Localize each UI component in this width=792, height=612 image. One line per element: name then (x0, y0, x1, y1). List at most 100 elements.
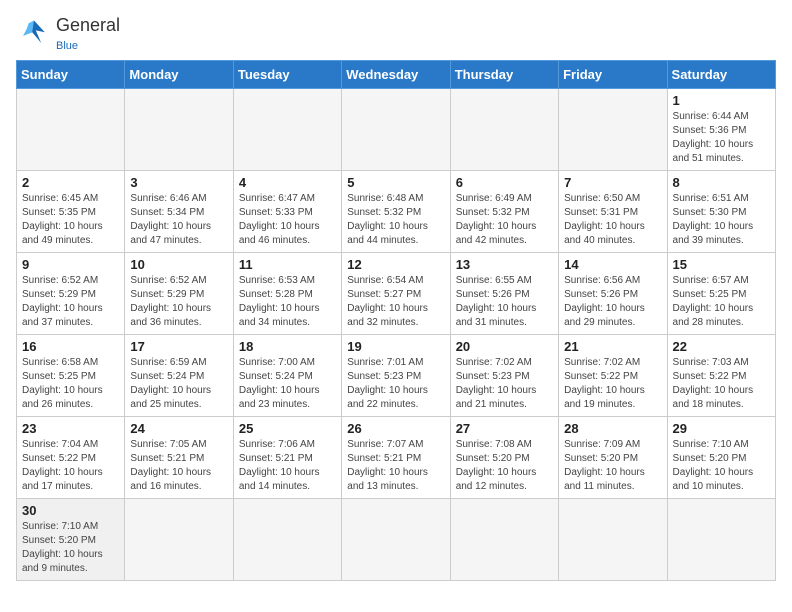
day-number: 11 (239, 257, 336, 272)
calendar-cell (125, 499, 233, 581)
day-number: 30 (22, 503, 119, 518)
day-number: 14 (564, 257, 661, 272)
calendar-cell: 1 Sunrise: 6:44 AM Sunset: 5:36 PM Daylig… (667, 89, 775, 171)
day-number: 22 (673, 339, 770, 354)
calendar-cell (125, 89, 233, 171)
weekday-header-saturday: Saturday (667, 61, 775, 89)
logo-text: General Blue (56, 16, 120, 52)
calendar-cell: 7 Sunrise: 6:50 AM Sunset: 5:31 PM Daylig… (559, 171, 667, 253)
day-info: Sunrise: 7:08 AM Sunset: 5:20 PM Dayligh… (456, 438, 553, 494)
day-info: Sunrise: 6:45 AM Sunset: 5:35 PM Dayligh… (22, 192, 119, 248)
day-info: Sunrise: 7:00 AM Sunset: 5:24 PM Dayligh… (239, 356, 336, 412)
day-number: 27 (456, 421, 553, 436)
calendar-cell: 28Sunrise: 7:09 AM Sunset: 5:20 PM Dayli… (559, 417, 667, 499)
day-number: 10 (130, 257, 227, 272)
day-info: Sunrise: 7:04 AM Sunset: 5:22 PM Dayligh… (22, 438, 119, 494)
calendar-cell: 6Sunrise: 6:49 AM Sunset: 5:32 PM Daylig… (450, 171, 558, 253)
calendar-cell: 12 Sunrise: 6:54 AM Sunset: 5:27 PM Dayli… (342, 253, 450, 335)
day-number: 4 (239, 175, 336, 190)
calendar-cell: 3 Sunrise: 6:46 AM Sunset: 5:34 PM Daylig… (125, 171, 233, 253)
calendar-cell (450, 89, 558, 171)
day-number: 18 (239, 339, 336, 354)
calendar-cell: 21Sunrise: 7:02 AM Sunset: 5:22 PM Dayli… (559, 335, 667, 417)
weekday-header-sunday: Sunday (17, 61, 125, 89)
calendar-week-row: 23 Sunrise: 7:04 AM Sunset: 5:22 PM Dayli… (17, 417, 776, 499)
calendar-week-row: 16Sunrise: 6:58 AM Sunset: 5:25 PM Dayli… (17, 335, 776, 417)
calendar-cell: 14 Sunrise: 6:56 AM Sunset: 5:26 PM Dayli… (559, 253, 667, 335)
day-info: Sunrise: 6:55 AM Sunset: 5:26 PM Dayligh… (456, 274, 553, 330)
calendar-cell: 10 Sunrise: 6:52 AM Sunset: 5:29 PM Dayli… (125, 253, 233, 335)
calendar-cell: 23 Sunrise: 7:04 AM Sunset: 5:22 PM Dayli… (17, 417, 125, 499)
day-number: 9 (22, 257, 119, 272)
calendar-week-row: 9 Sunrise: 6:52 AM Sunset: 5:29 PM Daylig… (17, 253, 776, 335)
calendar-cell (450, 499, 558, 581)
calendar-cell (559, 89, 667, 171)
day-number: 20 (456, 339, 553, 354)
day-info: Sunrise: 7:10 AM Sunset: 5:20 PM Dayligh… (673, 438, 770, 494)
calendar-week-row: 1 Sunrise: 6:44 AM Sunset: 5:36 PM Daylig… (17, 89, 776, 171)
weekday-header-monday: Monday (125, 61, 233, 89)
calendar-cell: 2 Sunrise: 6:45 AM Sunset: 5:35 PM Daylig… (17, 171, 125, 253)
calendar-cell (559, 499, 667, 581)
day-info: Sunrise: 6:46 AM Sunset: 5:34 PM Dayligh… (130, 192, 227, 248)
day-info: Sunrise: 6:51 AM Sunset: 5:30 PM Dayligh… (673, 192, 770, 248)
page-header: General Blue (16, 16, 776, 52)
calendar-cell: 26Sunrise: 7:07 AM Sunset: 5:21 PM Dayli… (342, 417, 450, 499)
day-info: Sunrise: 6:44 AM Sunset: 5:36 PM Dayligh… (673, 110, 770, 166)
day-info: Sunrise: 6:59 AM Sunset: 5:24 PM Dayligh… (130, 356, 227, 412)
calendar-cell (233, 499, 341, 581)
day-number: 25 (239, 421, 336, 436)
day-number: 29 (673, 421, 770, 436)
calendar-cell: 13 Sunrise: 6:55 AM Sunset: 5:26 PM Dayli… (450, 253, 558, 335)
day-info: Sunrise: 6:57 AM Sunset: 5:25 PM Dayligh… (673, 274, 770, 330)
day-number: 12 (347, 257, 444, 272)
day-info: Sunrise: 7:09 AM Sunset: 5:20 PM Dayligh… (564, 438, 661, 494)
day-number: 3 (130, 175, 227, 190)
calendar-cell: 19 Sunrise: 7:01 AM Sunset: 5:23 PM Dayli… (342, 335, 450, 417)
day-number: 5 (347, 175, 444, 190)
day-number: 7 (564, 175, 661, 190)
calendar-cell: 22 Sunrise: 7:03 AM Sunset: 5:22 PM Dayli… (667, 335, 775, 417)
day-number: 26 (347, 421, 444, 436)
day-number: 19 (347, 339, 444, 354)
day-number: 8 (673, 175, 770, 190)
day-info: Sunrise: 6:49 AM Sunset: 5:32 PM Dayligh… (456, 192, 553, 248)
day-info: Sunrise: 7:01 AM Sunset: 5:23 PM Dayligh… (347, 356, 444, 412)
logo: General Blue (16, 16, 120, 52)
calendar-week-row: 30 Sunrise: 7:10 AM Sunset: 5:20 PM Dayli… (17, 499, 776, 581)
calendar-cell: 15Sunrise: 6:57 AM Sunset: 5:25 PM Dayli… (667, 253, 775, 335)
day-info: Sunrise: 6:53 AM Sunset: 5:28 PM Dayligh… (239, 274, 336, 330)
day-number: 1 (673, 93, 770, 108)
calendar-cell: 20 Sunrise: 7:02 AM Sunset: 5:23 PM Dayli… (450, 335, 558, 417)
day-info: Sunrise: 7:02 AM Sunset: 5:22 PM Dayligh… (564, 356, 661, 412)
calendar-cell (233, 89, 341, 171)
calendar-cell: 27 Sunrise: 7:08 AM Sunset: 5:20 PM Dayli… (450, 417, 558, 499)
calendar-cell (17, 89, 125, 171)
day-info: Sunrise: 7:10 AM Sunset: 5:20 PM Dayligh… (22, 520, 119, 576)
calendar-cell: 25Sunrise: 7:06 AM Sunset: 5:21 PM Dayli… (233, 417, 341, 499)
day-info: Sunrise: 7:03 AM Sunset: 5:22 PM Dayligh… (673, 356, 770, 412)
day-number: 13 (456, 257, 553, 272)
day-info: Sunrise: 6:50 AM Sunset: 5:31 PM Dayligh… (564, 192, 661, 248)
calendar-cell: 9 Sunrise: 6:52 AM Sunset: 5:29 PM Daylig… (17, 253, 125, 335)
day-info: Sunrise: 6:47 AM Sunset: 5:33 PM Dayligh… (239, 192, 336, 248)
weekday-header-wednesday: Wednesday (342, 61, 450, 89)
calendar-cell: 30 Sunrise: 7:10 AM Sunset: 5:20 PM Dayli… (17, 499, 125, 581)
day-info: Sunrise: 6:54 AM Sunset: 5:27 PM Dayligh… (347, 274, 444, 330)
day-number: 23 (22, 421, 119, 436)
calendar-cell: 24Sunrise: 7:05 AM Sunset: 5:21 PM Dayli… (125, 417, 233, 499)
day-info: Sunrise: 7:02 AM Sunset: 5:23 PM Dayligh… (456, 356, 553, 412)
day-number: 24 (130, 421, 227, 436)
day-info: Sunrise: 6:56 AM Sunset: 5:26 PM Dayligh… (564, 274, 661, 330)
day-number: 2 (22, 175, 119, 190)
day-number: 16 (22, 339, 119, 354)
calendar-cell: 17Sunrise: 6:59 AM Sunset: 5:24 PM Dayli… (125, 335, 233, 417)
calendar-cell: 29 Sunrise: 7:10 AM Sunset: 5:20 PM Dayli… (667, 417, 775, 499)
logo-icon (16, 16, 52, 52)
day-info: Sunrise: 6:52 AM Sunset: 5:29 PM Dayligh… (130, 274, 227, 330)
calendar-cell (342, 499, 450, 581)
calendar-cell: 4 Sunrise: 6:47 AM Sunset: 5:33 PM Daylig… (233, 171, 341, 253)
calendar-cell: 18 Sunrise: 7:00 AM Sunset: 5:24 PM Dayli… (233, 335, 341, 417)
day-info: Sunrise: 6:48 AM Sunset: 5:32 PM Dayligh… (347, 192, 444, 248)
day-info: Sunrise: 6:52 AM Sunset: 5:29 PM Dayligh… (22, 274, 119, 330)
